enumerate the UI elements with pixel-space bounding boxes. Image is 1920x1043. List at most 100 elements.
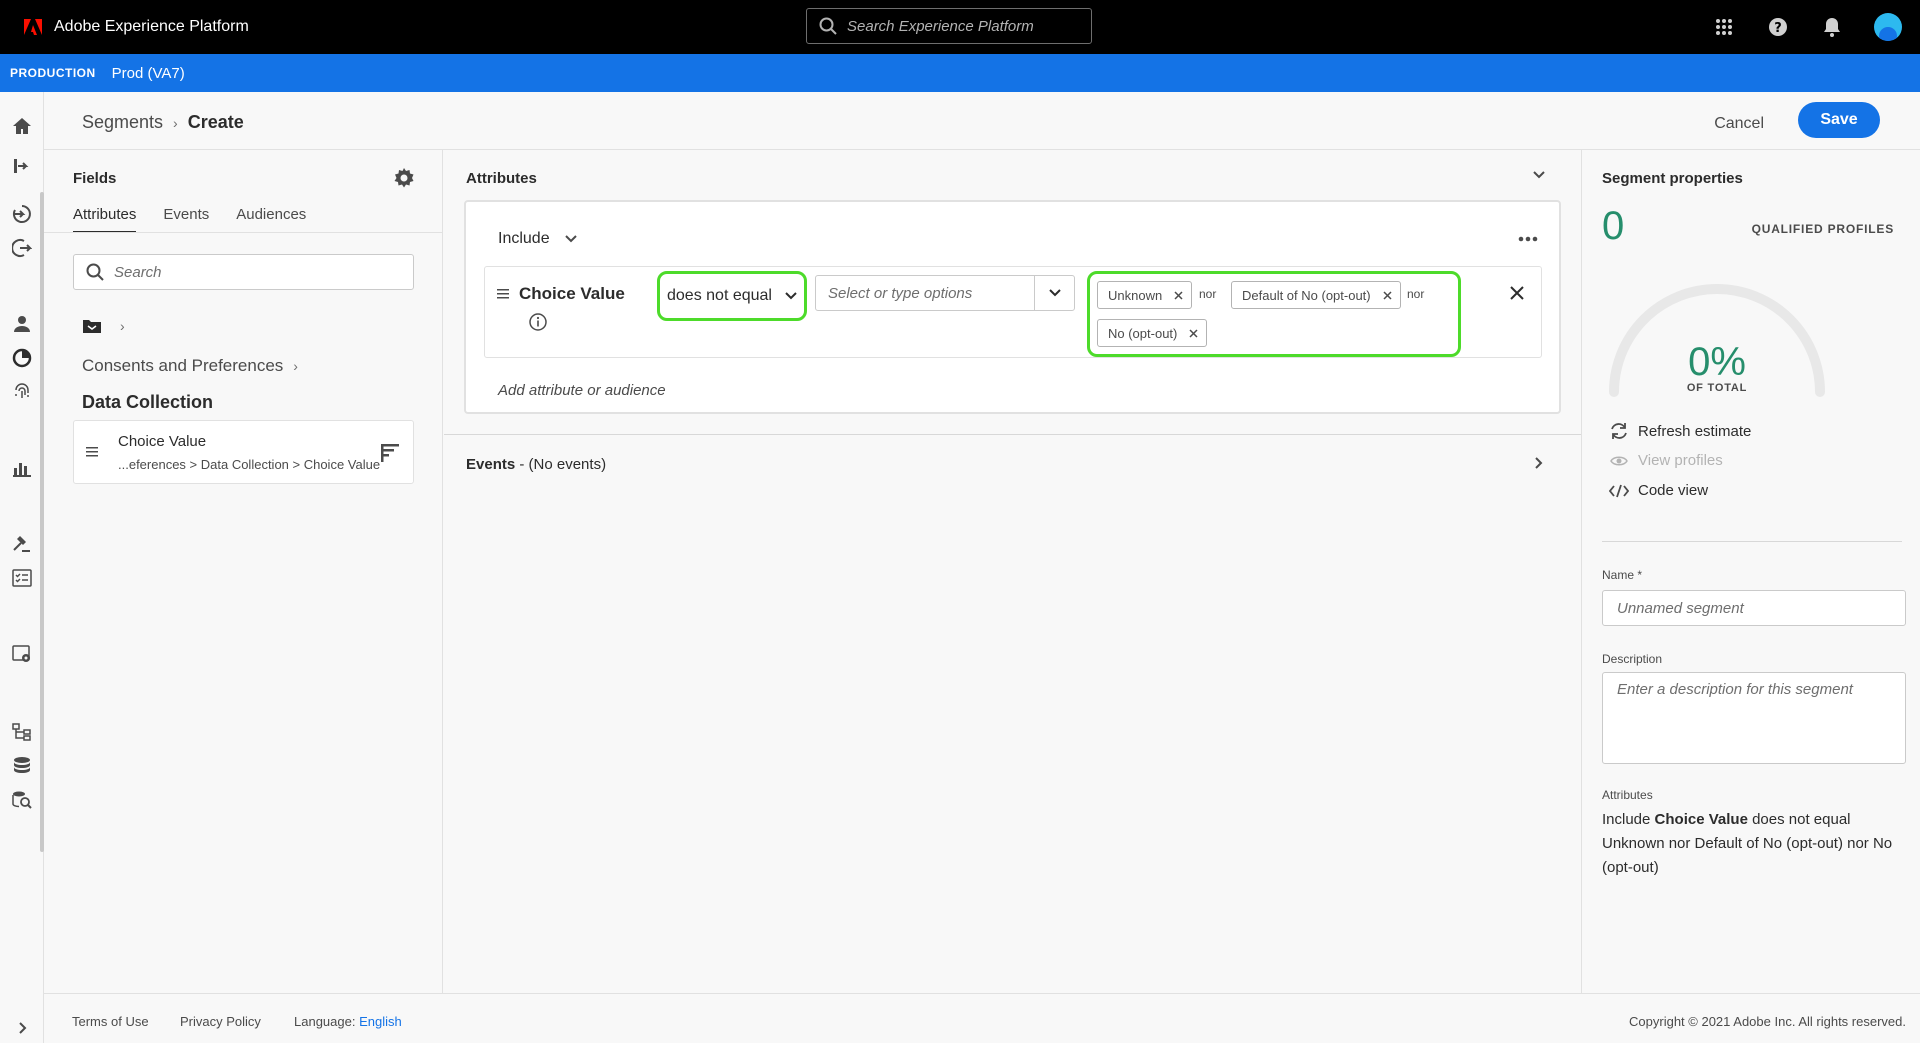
apps-grid-icon[interactable] bbox=[1712, 15, 1736, 39]
global-search-input[interactable] bbox=[847, 17, 1077, 35]
connector-label: nor bbox=[1199, 287, 1217, 301]
fields-panel: Fields Attributes Events Audiences › Con… bbox=[44, 150, 443, 993]
fields-search[interactable] bbox=[73, 254, 414, 290]
segment-description-textarea[interactable] bbox=[1602, 672, 1906, 764]
name-field-label: Name * bbox=[1602, 568, 1643, 582]
language-selector[interactable]: Language: English bbox=[294, 1014, 402, 1029]
fields-settings-gear-icon[interactable] bbox=[394, 168, 414, 188]
datasets-database-icon[interactable] bbox=[10, 754, 34, 778]
code-view-button[interactable]: Code view bbox=[1608, 482, 1708, 499]
attributes-section-title: Attributes bbox=[466, 170, 537, 187]
root-folder[interactable]: › bbox=[82, 318, 125, 334]
expand-events-chevron-icon[interactable] bbox=[1534, 456, 1544, 470]
field-choice-value[interactable]: Choice Value ...eferences > Data Collect… bbox=[73, 420, 414, 484]
page-header: Segments › Create Cancel Save bbox=[44, 92, 1920, 150]
events-status: - (No events) bbox=[515, 456, 607, 473]
user-avatar[interactable] bbox=[1874, 13, 1902, 41]
search-icon bbox=[819, 17, 837, 35]
tab-events[interactable]: Events bbox=[163, 206, 209, 233]
operator-picker[interactable]: does not equal bbox=[667, 279, 799, 313]
attributes-summary-label: Attributes bbox=[1602, 788, 1653, 802]
notifications-bell-icon[interactable] bbox=[1820, 15, 1844, 39]
destinations-icon[interactable] bbox=[10, 236, 34, 260]
remove-tag-icon[interactable] bbox=[1189, 328, 1198, 338]
monitoring-checklist-icon[interactable] bbox=[10, 566, 34, 590]
sources-icon[interactable] bbox=[10, 202, 34, 226]
chevron-down-icon bbox=[1048, 289, 1061, 297]
drag-handle-icon[interactable] bbox=[86, 447, 98, 457]
tab-audiences[interactable]: Audiences bbox=[236, 206, 306, 233]
policies-gavel-icon[interactable] bbox=[10, 532, 34, 556]
add-attribute-dropzone[interactable]: Add attribute or audience bbox=[498, 382, 666, 399]
more-actions-icon[interactable] bbox=[1518, 236, 1538, 242]
global-search[interactable] bbox=[806, 8, 1092, 44]
left-nav-rail bbox=[0, 92, 44, 1043]
adobe-logo-icon[interactable] bbox=[18, 12, 48, 42]
eye-icon bbox=[1608, 455, 1630, 467]
queries-search-database-icon[interactable] bbox=[10, 788, 34, 812]
segment-name-input[interactable] bbox=[1602, 590, 1906, 626]
app-title[interactable]: Adobe Experience Platform bbox=[54, 18, 249, 36]
summary-field: Choice Value bbox=[1654, 811, 1748, 828]
sandbox-bar[interactable]: PRODUCTION Prod (VA7) bbox=[0, 54, 1920, 92]
terms-of-use-link[interactable]: Terms of Use bbox=[72, 1014, 149, 1029]
breadcrumb-segments-link[interactable]: Segments bbox=[82, 112, 163, 133]
percent-of-total: 0% bbox=[1688, 340, 1746, 384]
schemas-hierarchy-icon[interactable] bbox=[10, 720, 34, 744]
info-icon[interactable] bbox=[529, 313, 547, 331]
language-value: English bbox=[359, 1014, 402, 1029]
page-title: Create bbox=[187, 112, 244, 132]
workflows-icon[interactable] bbox=[10, 154, 34, 178]
sandbox-name[interactable]: Prod (VA7) bbox=[112, 65, 185, 82]
chevron-down-icon bbox=[784, 291, 798, 301]
cancel-button[interactable]: Cancel bbox=[1700, 108, 1778, 140]
copyright-text: Copyright © 2021 Adobe Inc. All rights r… bbox=[1629, 1014, 1906, 1029]
refresh-estimate-button[interactable]: Refresh estimate bbox=[1608, 422, 1751, 440]
segment-properties-panel: Segment properties 0 QUALIFIED PROFILES … bbox=[1581, 150, 1920, 993]
settings-screen-icon[interactable] bbox=[10, 642, 34, 666]
include-picker[interactable]: Include bbox=[498, 230, 578, 248]
properties-title: Segment properties bbox=[1602, 170, 1743, 187]
home-icon[interactable] bbox=[10, 114, 34, 138]
segments-icon[interactable] bbox=[10, 346, 34, 370]
attributes-container: Include Choice Value does not equal Sele… bbox=[464, 200, 1561, 414]
refresh-icon bbox=[1608, 422, 1630, 440]
description-field-label: Description bbox=[1602, 652, 1663, 666]
rule-field-name: Choice Value bbox=[519, 284, 625, 303]
expand-rail-chevron-icon[interactable] bbox=[18, 1022, 28, 1034]
fields-search-input[interactable] bbox=[114, 263, 394, 281]
segment-definition-summary: Include Choice Value does not equal Unkn… bbox=[1602, 808, 1906, 880]
view-profiles-button[interactable]: View profiles bbox=[1608, 452, 1723, 469]
folder-chevron-icon: › bbox=[120, 318, 125, 334]
field-summary-icon[interactable] bbox=[380, 443, 400, 463]
help-icon[interactable]: ? bbox=[1766, 15, 1790, 39]
field-path: ...eferences > Data Collection > Choice … bbox=[118, 457, 381, 472]
options-input[interactable] bbox=[816, 277, 1034, 309]
profiles-icon[interactable] bbox=[10, 312, 34, 336]
breadcrumb: Segments › Create bbox=[82, 112, 244, 133]
code-icon bbox=[1608, 484, 1630, 498]
view-profiles-label: View profiles bbox=[1638, 452, 1723, 469]
tag-label: Default of No (opt-out) bbox=[1242, 287, 1371, 303]
save-button[interactable]: Save bbox=[1798, 102, 1880, 138]
remove-tag-icon[interactable] bbox=[1383, 290, 1392, 300]
summary-include: Include bbox=[1602, 811, 1655, 828]
path-consents-and-preferences[interactable]: Consents and Preferences › bbox=[82, 356, 298, 376]
path-item-label: Consents and Preferences bbox=[82, 356, 284, 375]
privacy-policy-link[interactable]: Privacy Policy bbox=[180, 1014, 261, 1029]
options-combobox[interactable] bbox=[815, 275, 1075, 311]
identities-fingerprint-icon[interactable] bbox=[10, 380, 34, 404]
options-dropdown-button[interactable] bbox=[1034, 276, 1074, 310]
rule-card: Choice Value does not equal Unknown bbox=[484, 266, 1542, 358]
qualified-profiles-label: QUALIFIED PROFILES bbox=[1751, 222, 1894, 236]
analytics-chart-icon[interactable] bbox=[10, 456, 34, 480]
fields-tabs: Attributes Events Audiences bbox=[73, 206, 333, 233]
breadcrumb-chevron-icon: › bbox=[173, 114, 178, 131]
remove-tag-icon[interactable] bbox=[1174, 290, 1183, 300]
remove-rule-close-icon[interactable] bbox=[1509, 285, 1525, 301]
folder-icon bbox=[83, 320, 101, 333]
collapse-chevron-icon[interactable] bbox=[1532, 170, 1546, 180]
tab-attributes[interactable]: Attributes bbox=[73, 206, 137, 233]
rule-drag-handle-icon[interactable] bbox=[497, 289, 509, 299]
events-section-header[interactable]: Events - (No events) bbox=[466, 456, 606, 473]
